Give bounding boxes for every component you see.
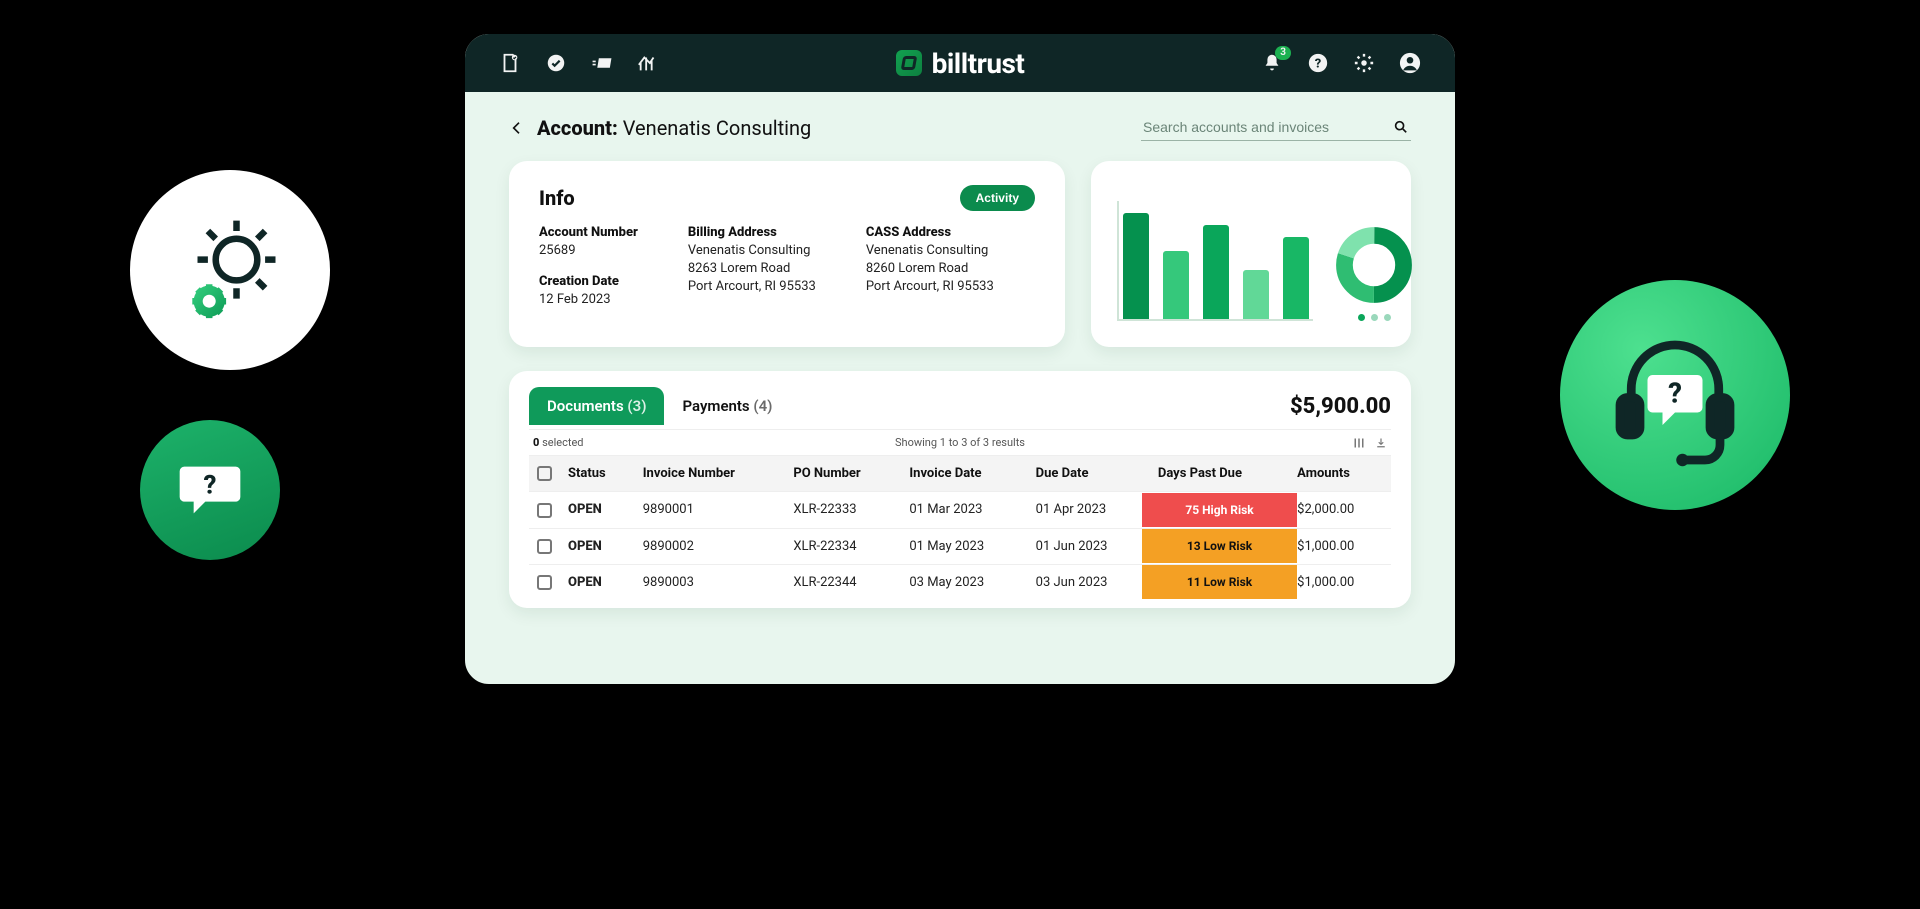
documents-card: Documents (3)Payments (4) $5,900.00 0 sel… — [509, 371, 1411, 607]
account-number-label: Account Number — [539, 225, 638, 240]
bar — [1163, 251, 1189, 319]
info-card: Info Activity Account Number 25689 Creat… — [509, 161, 1065, 347]
brand-name: billtrust — [932, 47, 1025, 80]
cell-invoice-date: 01 May 2023 — [901, 528, 1027, 564]
risk-pill: 75 High Risk — [1142, 493, 1297, 527]
clipboard-icon[interactable] — [499, 52, 521, 74]
bar — [1283, 237, 1309, 320]
col-days-past-due[interactable]: Days Past Due — [1150, 456, 1289, 492]
search-input-wrap — [1141, 114, 1411, 141]
cell-amount: $2,000.00 — [1289, 492, 1391, 528]
help-icon[interactable]: ? — [1307, 52, 1329, 74]
search-input[interactable] — [1143, 119, 1377, 135]
topbar: billtrust 3 ? — [465, 34, 1455, 92]
pager-dot[interactable] — [1358, 314, 1365, 321]
columns-icon[interactable] — [1353, 437, 1365, 449]
cass-address-value: Venenatis Consulting 8260 Lorem Road Por… — [866, 242, 994, 297]
cell-po: XLR-22334 — [785, 528, 901, 564]
col-due-date[interactable]: Due Date — [1028, 456, 1150, 492]
table-row[interactable]: OPEN9890003XLR-2234403 May 202303 Jun 20… — [529, 564, 1391, 600]
pager-dot[interactable] — [1384, 314, 1391, 321]
check-circle-icon[interactable] — [545, 52, 567, 74]
cell-invoice: 9890002 — [635, 528, 786, 564]
cell-invoice: 9890001 — [635, 492, 786, 528]
documents-table: StatusInvoice NumberPO NumberInvoice Dat… — [529, 456, 1391, 599]
activity-button[interactable]: Activity — [960, 185, 1035, 211]
deco-support-bubble: ? — [1560, 280, 1790, 510]
page-title: Account: Venenatis Consulting — [537, 116, 811, 140]
cell-due-date: 01 Apr 2023 — [1028, 492, 1150, 528]
svg-text:?: ? — [1668, 377, 1682, 410]
profile-icon[interactable] — [1399, 52, 1421, 74]
cell-due-date: 01 Jun 2023 — [1028, 528, 1150, 564]
cell-status: OPEN — [560, 492, 635, 528]
col-amounts[interactable]: Amounts — [1289, 456, 1391, 492]
col-status[interactable]: Status — [560, 456, 635, 492]
tab-payments[interactable]: Payments (4) — [664, 387, 790, 425]
account-number-value: 25689 — [539, 242, 638, 260]
select-all-checkbox[interactable] — [537, 466, 552, 481]
table-row[interactable]: OPEN9890002XLR-2233401 May 202301 Jun 20… — [529, 528, 1391, 564]
cell-po: XLR-22333 — [785, 492, 901, 528]
brand: billtrust — [659, 47, 1261, 80]
svg-text:?: ? — [204, 471, 217, 501]
info-heading: Info — [539, 186, 575, 210]
cell-status: OPEN — [560, 564, 635, 600]
cell-amount: $1,000.00 — [1289, 528, 1391, 564]
notification-badge: 3 — [1275, 46, 1291, 60]
cell-invoice: 9890003 — [635, 564, 786, 600]
card-icon[interactable] — [591, 52, 613, 74]
deco-settings-bubble — [130, 170, 330, 370]
donut-chart — [1335, 226, 1413, 304]
tab-documents[interactable]: Documents (3) — [529, 387, 664, 425]
risk-pill: 11 Low Risk — [1142, 565, 1297, 599]
deco-chat-bubble: ? — [140, 420, 280, 560]
row-checkbox[interactable] — [537, 575, 552, 590]
chart-pager-dots — [1335, 314, 1413, 321]
pager-dot[interactable] — [1371, 314, 1378, 321]
col-po-number[interactable]: PO Number — [785, 456, 901, 492]
billing-address-value: Venenatis Consulting 8263 Lorem Road Por… — [688, 242, 816, 297]
app-window: billtrust 3 ? Account: Venenatis Consult… — [459, 28, 1461, 690]
back-button[interactable] — [509, 120, 525, 136]
brand-logo-icon — [896, 50, 922, 76]
row-checkbox[interactable] — [537, 503, 552, 518]
cell-po: XLR-22344 — [785, 564, 901, 600]
creation-date-value: 12 Feb 2023 — [539, 291, 638, 309]
bar-chart — [1117, 201, 1313, 321]
analytics-icon[interactable] — [637, 52, 659, 74]
filter-icon[interactable] — [1331, 437, 1343, 449]
col-invoice-date[interactable]: Invoice Date — [901, 456, 1027, 492]
settings-icon[interactable] — [1353, 52, 1375, 74]
selected-count: 0 selected — [533, 436, 583, 449]
col-invoice-number[interactable]: Invoice Number — [635, 456, 786, 492]
subbar: Account: Venenatis Consulting — [465, 92, 1455, 151]
cell-invoice-date: 03 May 2023 — [901, 564, 1027, 600]
cass-address-label: CASS Address — [866, 225, 994, 240]
documents-total: $5,900.00 — [1290, 394, 1391, 419]
row-checkbox[interactable] — [537, 539, 552, 554]
billing-address-label: Billing Address — [688, 225, 816, 240]
cell-invoice-date: 01 Mar 2023 — [901, 492, 1027, 528]
chart-card — [1091, 161, 1411, 347]
search-icon[interactable] — [1393, 118, 1409, 136]
download-icon[interactable] — [1375, 437, 1387, 449]
bar — [1243, 270, 1269, 320]
risk-pill: 13 Low Risk — [1142, 529, 1297, 563]
creation-date-label: Creation Date — [539, 274, 638, 289]
cell-due-date: 03 Jun 2023 — [1028, 564, 1150, 600]
cell-status: OPEN — [560, 528, 635, 564]
cell-amount: $1,000.00 — [1289, 564, 1391, 600]
svg-text:?: ? — [1315, 57, 1322, 72]
showing-text: Showing 1 to 3 of 3 results — [895, 436, 1025, 449]
table-row[interactable]: OPEN9890001XLR-2233301 Mar 202301 Apr 20… — [529, 492, 1391, 528]
bar — [1203, 225, 1229, 319]
bell-icon[interactable]: 3 — [1261, 52, 1283, 74]
bar — [1123, 213, 1149, 319]
